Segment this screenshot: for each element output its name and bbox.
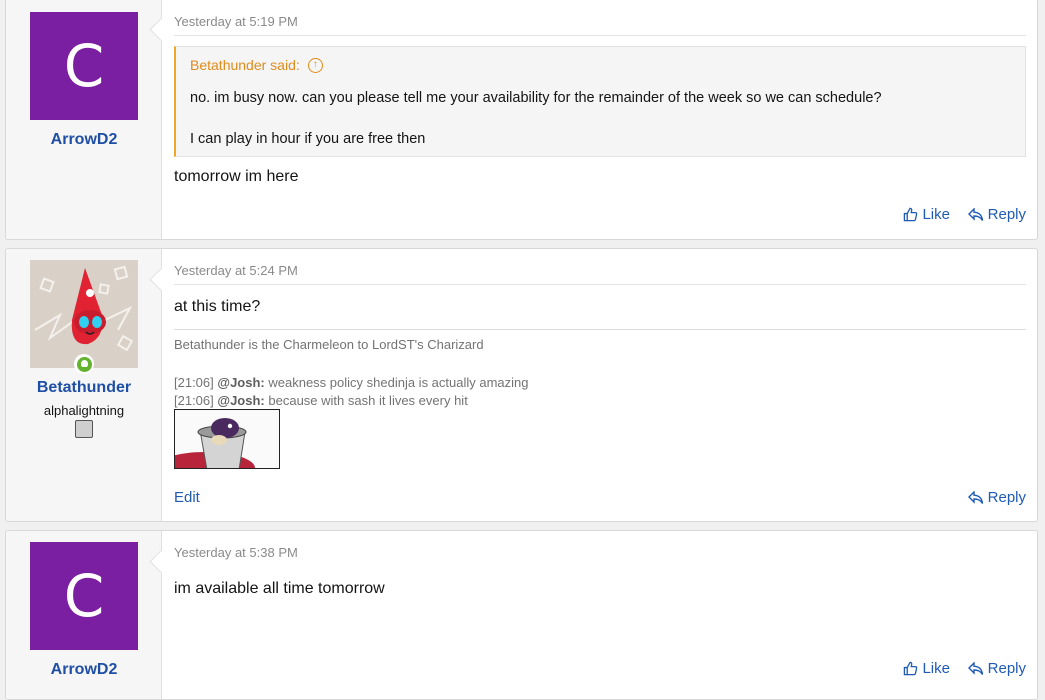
rotom-avatar-image	[30, 260, 138, 368]
chat-time: [21:06]	[174, 375, 214, 390]
user-title: alphalightning	[43, 403, 125, 418]
post: C ArrowD2 Yesterday at 5:38 PM im availa…	[5, 530, 1038, 700]
avatar[interactable]: C	[30, 12, 138, 120]
quote-author-link[interactable]: Betathunder said: ↑	[190, 57, 323, 73]
like-button[interactable]: Like	[903, 660, 950, 677]
reply-button[interactable]: Reply	[967, 489, 1026, 506]
post-timestamp[interactable]: Yesterday at 5:24 PM	[174, 263, 298, 278]
post: Betathunder alphalightning Yesterday at …	[5, 248, 1038, 522]
username-link[interactable]: ArrowD2	[6, 131, 162, 149]
post: C ArrowD2 Yesterday at 5:19 PM Betathund…	[5, 0, 1038, 240]
post-main: Yesterday at 5:19 PM Betathunder said: ↑…	[174, 0, 1026, 239]
reply-label: Reply	[987, 206, 1026, 223]
username-link[interactable]: ArrowD2	[6, 661, 162, 679]
user-cell: C ArrowD2	[6, 0, 162, 239]
post-timestamp[interactable]: Yesterday at 5:19 PM	[174, 14, 298, 29]
chat-nick: @Josh:	[217, 375, 265, 390]
username-link[interactable]: Betathunder	[6, 379, 162, 397]
reply-icon	[967, 207, 983, 221]
user-cell: C ArrowD2	[6, 531, 162, 699]
signature-chat-line: [21:06] @Josh: weakness policy shedinja …	[174, 375, 529, 390]
online-status-icon	[74, 354, 94, 374]
post-message: im available all time tomorrow	[174, 580, 385, 597]
signature-text: Betathunder is the Charmeleon to LordST'…	[174, 337, 484, 352]
like-label: Like	[922, 660, 950, 677]
signature-image	[174, 409, 280, 469]
reply-button[interactable]: Reply	[967, 660, 1026, 677]
signature-divider	[174, 329, 1026, 330]
post-message: at this time?	[174, 298, 261, 315]
quote-author: Betathunder said:	[190, 57, 300, 73]
reply-button[interactable]: Reply	[967, 206, 1026, 223]
post-main: Yesterday at 5:24 PM at this time? Betat…	[174, 249, 1026, 521]
avatar[interactable]: C	[30, 542, 138, 650]
jump-to-quote-icon[interactable]: ↑	[307, 57, 323, 73]
reply-label: Reply	[987, 489, 1026, 506]
chat-nick: @Josh:	[217, 393, 265, 408]
chat-time: [21:06]	[174, 393, 214, 408]
post-main: Yesterday at 5:38 PM im available all ti…	[174, 531, 1026, 699]
reply-icon	[967, 661, 983, 675]
chat-text: weakness policy shedinja is actually ama…	[268, 375, 529, 390]
like-label: Like	[922, 206, 950, 223]
quote-line: I can play in hour if you are free then	[190, 131, 426, 147]
edit-link[interactable]: Edit	[174, 489, 200, 506]
divider	[174, 35, 1026, 36]
divider	[174, 284, 1026, 285]
quote-line: no. im busy now. can you please tell me …	[190, 90, 882, 106]
reply-icon	[967, 490, 983, 504]
quote-block: Betathunder said: ↑ no. im busy now. can…	[174, 46, 1026, 157]
signature-chat-line: [21:06] @Josh: because with sash it live…	[174, 393, 468, 408]
chat-text: because with sash it lives every hit	[268, 393, 468, 408]
like-button[interactable]: Like	[903, 206, 950, 223]
avatar[interactable]	[30, 260, 138, 368]
post-timestamp[interactable]: Yesterday at 5:38 PM	[174, 545, 298, 560]
reply-label: Reply	[987, 660, 1026, 677]
thumbs-up-icon	[904, 661, 918, 676]
thumbs-up-icon	[904, 207, 918, 222]
user-badge-icon	[75, 420, 93, 438]
user-cell: Betathunder alphalightning	[6, 249, 162, 521]
post-message: tomorrow im here	[174, 168, 299, 185]
